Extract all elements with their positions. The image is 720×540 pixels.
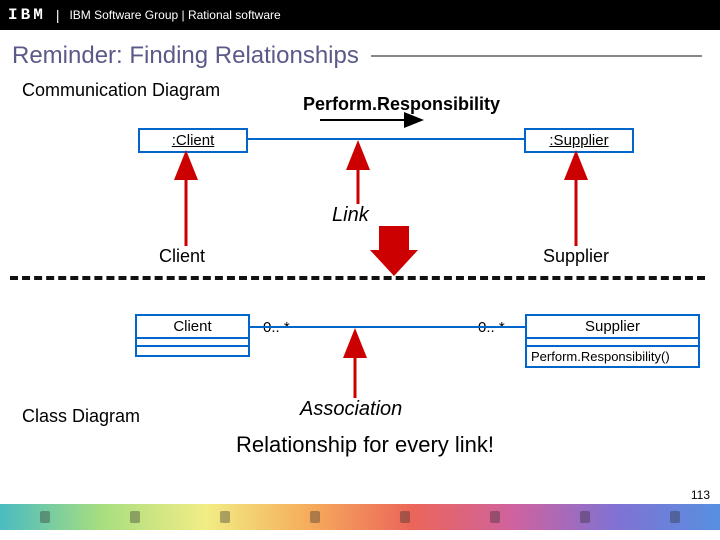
footer-thumb bbox=[0, 504, 90, 530]
slide-number: 113 bbox=[691, 488, 710, 502]
footer-thumb bbox=[360, 504, 450, 530]
footer-thumb bbox=[450, 504, 540, 530]
footer-thumb bbox=[270, 504, 360, 530]
page-title: Reminder: Finding Relationships bbox=[12, 42, 359, 70]
footer-thumbnails bbox=[0, 504, 720, 530]
diagram-connectors bbox=[0, 76, 720, 496]
title-bar: Reminder: Finding Relationships bbox=[12, 42, 720, 70]
header-text: IBM Software Group | Rational software bbox=[69, 8, 280, 22]
header-bar: IBM | IBM Software Group | Rational soft… bbox=[0, 0, 720, 30]
ibm-logo: IBM bbox=[8, 6, 46, 24]
footer-thumb bbox=[540, 504, 630, 530]
title-underline bbox=[371, 55, 702, 57]
footer-thumb bbox=[180, 504, 270, 530]
header-divider: | bbox=[56, 7, 60, 23]
footer-thumb bbox=[90, 504, 180, 530]
footer-thumb bbox=[630, 504, 720, 530]
